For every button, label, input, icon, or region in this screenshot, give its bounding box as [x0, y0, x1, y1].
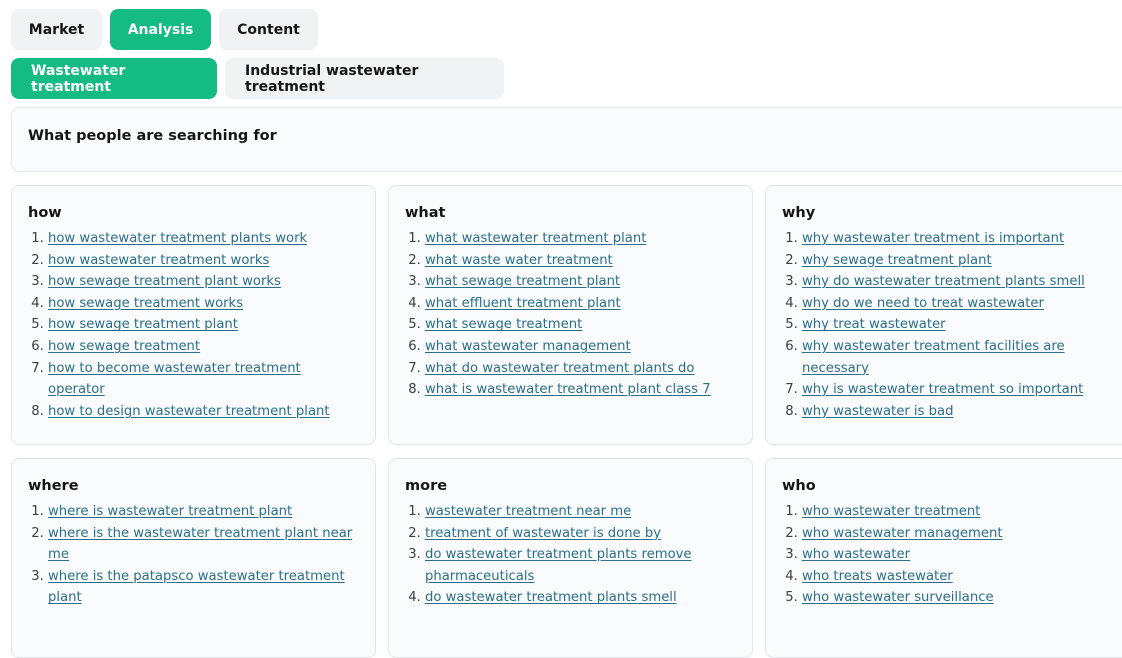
- tab-industrial-wastewater-treatment[interactable]: Industrial wastewater treatment: [225, 58, 504, 99]
- query-link[interactable]: why wastewater treatment facilities are …: [802, 339, 1065, 376]
- list-item: what do wastewater treatment plants do: [425, 358, 736, 380]
- query-link[interactable]: who wastewater surveillance: [802, 590, 994, 605]
- query-link[interactable]: how to become wastewater treatment opera…: [48, 361, 301, 398]
- query-link[interactable]: why treat wastewater: [802, 317, 946, 332]
- question-card-how: how how wastewater treatment plants work…: [11, 185, 376, 445]
- list-item: what is wastewater treatment plant class…: [425, 379, 736, 401]
- list-item: why do wastewater treatment plants smell: [802, 271, 1118, 293]
- query-link[interactable]: why is wastewater treatment so important: [802, 382, 1083, 397]
- card-title: more: [405, 478, 448, 494]
- query-list: what wastewater treatment plant what was…: [405, 228, 736, 401]
- list-item: where is the patapsco wastewater treatme…: [48, 566, 359, 609]
- card-title: what: [405, 205, 446, 221]
- tab-analysis[interactable]: Analysis: [110, 9, 211, 50]
- query-link[interactable]: who wastewater: [802, 547, 910, 562]
- query-link[interactable]: how sewage treatment plant works: [48, 274, 281, 289]
- question-card-more: more wastewater treatment near me treatm…: [388, 458, 753, 658]
- query-link[interactable]: do wastewater treatment plants remove ph…: [425, 547, 692, 584]
- query-link[interactable]: how sewage treatment works: [48, 296, 243, 311]
- list-item: who wastewater management: [802, 523, 1118, 545]
- card-title: who: [782, 478, 816, 494]
- query-link[interactable]: treatment of wastewater is done by: [425, 526, 661, 541]
- list-item: why sewage treatment plant: [802, 250, 1118, 272]
- query-link[interactable]: who wastewater management: [802, 526, 1003, 541]
- query-link[interactable]: what sewage treatment: [425, 317, 582, 332]
- question-card-who: who who wastewater treatment who wastewa…: [765, 458, 1122, 658]
- list-item: why wastewater is bad: [802, 401, 1118, 423]
- query-link[interactable]: where is wastewater treatment plant: [48, 504, 292, 519]
- query-link[interactable]: why do we need to treat wastewater: [802, 296, 1044, 311]
- query-link[interactable]: why do wastewater treatment plants smell: [802, 274, 1085, 289]
- list-item: what wastewater treatment plant: [425, 228, 736, 250]
- list-item: who wastewater treatment: [802, 501, 1118, 523]
- list-item: why is wastewater treatment so important: [802, 379, 1118, 401]
- card-title: where: [28, 478, 79, 494]
- list-item: why do we need to treat wastewater: [802, 293, 1118, 315]
- tab-content[interactable]: Content: [219, 9, 318, 50]
- query-link[interactable]: do wastewater treatment plants smell: [425, 590, 677, 605]
- query-link[interactable]: who wastewater treatment: [802, 504, 980, 519]
- list-item: who treats wastewater: [802, 566, 1118, 588]
- query-list: where is wastewater treatment plant wher…: [28, 501, 359, 609]
- list-item: do wastewater treatment plants smell: [425, 587, 736, 609]
- query-list: how wastewater treatment plants work how…: [28, 228, 359, 422]
- query-link[interactable]: why wastewater is bad: [802, 404, 953, 419]
- query-link[interactable]: how sewage treatment plant: [48, 317, 238, 332]
- tab-wastewater-treatment[interactable]: Wastewater treatment: [11, 58, 217, 99]
- query-link[interactable]: why sewage treatment plant: [802, 253, 992, 268]
- section-title: What people are searching for: [28, 128, 277, 144]
- section-header: What people are searching for: [11, 107, 1122, 172]
- query-list: who wastewater treatment who wastewater …: [782, 501, 1118, 609]
- list-item: how to design wastewater treatment plant: [48, 401, 359, 423]
- query-link[interactable]: how to design wastewater treatment plant: [48, 404, 330, 419]
- list-item: how to become wastewater treatment opera…: [48, 358, 359, 401]
- list-item: treatment of wastewater is done by: [425, 523, 736, 545]
- question-card-why: why why wastewater treatment is importan…: [765, 185, 1122, 445]
- query-link[interactable]: where is the wastewater treatment plant …: [48, 526, 352, 563]
- question-card-where: where where is wastewater treatment plan…: [11, 458, 376, 658]
- query-link[interactable]: what sewage treatment plant: [425, 274, 620, 289]
- query-link[interactable]: where is the patapsco wastewater treatme…: [48, 569, 345, 606]
- query-link[interactable]: what wastewater management: [425, 339, 631, 354]
- list-item: what sewage treatment plant: [425, 271, 736, 293]
- list-item: what sewage treatment: [425, 314, 736, 336]
- list-item: where is wastewater treatment plant: [48, 501, 359, 523]
- list-item: where is the wastewater treatment plant …: [48, 523, 359, 566]
- query-link[interactable]: what effluent treatment plant: [425, 296, 621, 311]
- tab-market[interactable]: Market: [11, 9, 102, 50]
- list-item: how sewage treatment: [48, 336, 359, 358]
- keyword-tab-bar: Wastewater treatment Industrial wastewat…: [11, 58, 504, 99]
- list-item: why wastewater treatment is important: [802, 228, 1118, 250]
- list-item: do wastewater treatment plants remove ph…: [425, 544, 736, 587]
- list-item: why treat wastewater: [802, 314, 1118, 336]
- list-item: how sewage treatment works: [48, 293, 359, 315]
- list-item: who wastewater surveillance: [802, 587, 1118, 609]
- query-link[interactable]: what is wastewater treatment plant class…: [425, 382, 711, 397]
- list-item: what waste water treatment: [425, 250, 736, 272]
- query-link[interactable]: why wastewater treatment is important: [802, 231, 1064, 246]
- list-item: how sewage treatment plant: [48, 314, 359, 336]
- query-link[interactable]: who treats wastewater: [802, 569, 953, 584]
- card-title: why: [782, 205, 816, 221]
- list-item: wastewater treatment near me: [425, 501, 736, 523]
- query-list: why wastewater treatment is important wh…: [782, 228, 1118, 422]
- query-link[interactable]: how sewage treatment: [48, 339, 200, 354]
- top-tab-bar: Market Analysis Content: [11, 9, 318, 50]
- list-item: why wastewater treatment facilities are …: [802, 336, 1118, 379]
- list-item: what effluent treatment plant: [425, 293, 736, 315]
- list-item: who wastewater: [802, 544, 1118, 566]
- list-item: how wastewater treatment works: [48, 250, 359, 272]
- query-link[interactable]: what waste water treatment: [425, 253, 613, 268]
- question-card-what: what what wastewater treatment plant wha…: [388, 185, 753, 445]
- card-title: how: [28, 205, 62, 221]
- query-link[interactable]: wastewater treatment near me: [425, 504, 631, 519]
- list-item: how sewage treatment plant works: [48, 271, 359, 293]
- list-item: how wastewater treatment plants work: [48, 228, 359, 250]
- query-link[interactable]: how wastewater treatment works: [48, 253, 269, 268]
- query-link[interactable]: what wastewater treatment plant: [425, 231, 646, 246]
- query-link[interactable]: what do wastewater treatment plants do: [425, 361, 695, 376]
- list-item: what wastewater management: [425, 336, 736, 358]
- query-link[interactable]: how wastewater treatment plants work: [48, 231, 307, 246]
- query-list: wastewater treatment near me treatment o…: [405, 501, 736, 609]
